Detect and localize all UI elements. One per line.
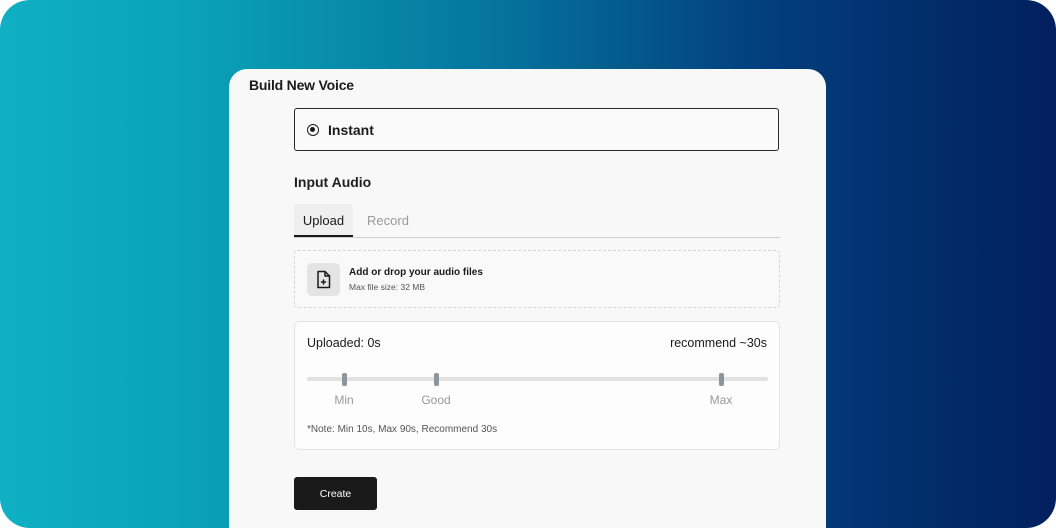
build-voice-panel: Build New Voice Instant Input Audio Uplo… (229, 69, 826, 528)
marker-min (341, 373, 347, 386)
create-button[interactable]: Create (294, 477, 377, 510)
panel-title: Build New Voice (249, 77, 354, 93)
recommended-duration: recommend ~30s (670, 336, 767, 350)
duration-track (307, 373, 768, 386)
audio-dropzone[interactable]: Add or drop your audio files Max file si… (294, 250, 780, 308)
upload-progress-card: Uploaded: 0s recommend ~30s Min Good Max… (294, 321, 780, 450)
marker-max (718, 373, 724, 386)
marker-good (433, 373, 439, 386)
app-background: Build New Voice Instant Input Audio Uplo… (0, 0, 1056, 528)
marker-label-good: Good (421, 393, 451, 407)
radio-selected-icon[interactable] (307, 124, 319, 136)
mode-label: Instant (328, 122, 374, 138)
tab-upload[interactable]: Upload (294, 204, 353, 237)
tab-record[interactable]: Record (358, 204, 418, 237)
dropzone-title: Add or drop your audio files (349, 267, 483, 278)
instant-mode-option[interactable]: Instant (294, 108, 779, 151)
dropzone-subtitle: Max file size: 32 MB (349, 282, 426, 292)
marker-label-max: Max (709, 393, 733, 407)
file-add-icon[interactable] (307, 263, 340, 296)
uploaded-duration: Uploaded: 0s (307, 336, 381, 350)
duration-note: *Note: Min 10s, Max 90s, Recommend 30s (307, 424, 498, 435)
audio-tabs: Upload Record (294, 204, 780, 238)
marker-label-min: Min (334, 393, 354, 407)
input-audio-title: Input Audio (294, 174, 372, 190)
